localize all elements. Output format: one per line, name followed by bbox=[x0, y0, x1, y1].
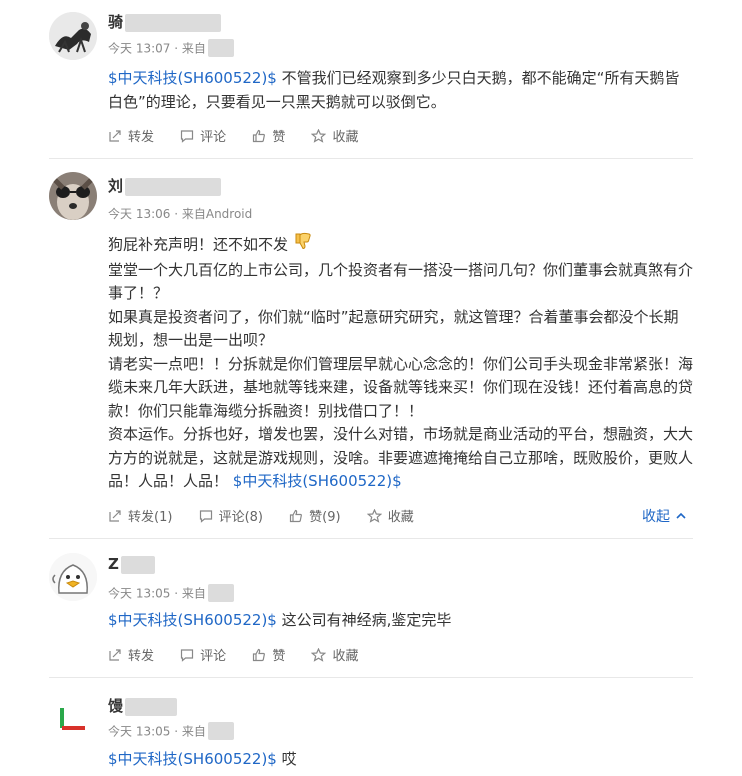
comment-icon bbox=[181, 648, 194, 662]
stock-link[interactable]: $中天科技(SH600522)$ bbox=[108, 750, 277, 768]
post-source: · 来自 bbox=[174, 41, 206, 56]
thumbs-up-icon bbox=[253, 648, 266, 661]
post-text: 这公司有神经病,鉴定完毕 bbox=[276, 611, 452, 629]
post-source: · 来自Android bbox=[174, 207, 253, 221]
post-source: · 来自 bbox=[174, 724, 206, 739]
repost-button[interactable]: 转发 bbox=[108, 645, 154, 664]
comment-icon bbox=[181, 129, 194, 143]
share-icon bbox=[109, 648, 121, 661]
thumbs-up-icon bbox=[253, 129, 266, 142]
post-text: 堂堂一个大几百亿的上市公司，几个投资者有一搭没一搭问几句？你们董事会就真煞有介事… bbox=[108, 260, 694, 303]
star-icon bbox=[366, 508, 382, 523]
thumbs-up-icon bbox=[290, 509, 303, 522]
like-button[interactable]: 赞 bbox=[252, 645, 285, 664]
divider bbox=[49, 538, 693, 539]
stock-link[interactable]: $中天科技(SH600522)$ bbox=[233, 472, 402, 490]
username[interactable]: 骑 bbox=[108, 11, 222, 32]
favorite-button[interactable]: 收藏 bbox=[366, 506, 414, 525]
username[interactable]: Z bbox=[108, 555, 155, 574]
post-meta: 今天 13:05 · 来自 bbox=[108, 722, 234, 740]
post-actions: 转发 评论 赞 收藏 bbox=[108, 126, 380, 146]
stock-link[interactable]: $中天科技(SH600522)$ bbox=[108, 69, 277, 87]
post-body: 狗屁补充声明！还不如不发 堂堂一个大几百亿的上市公司，几个投资者有一搭没一搭问几… bbox=[108, 231, 693, 494]
star-icon bbox=[311, 647, 327, 662]
avatar[interactable] bbox=[49, 12, 97, 60]
post-text: 请老实一点吧！！分拆就是你们管理层早就心心念念的！你们公司手头现金非常紧张！海缆… bbox=[108, 354, 694, 420]
comment-button[interactable]: 评论 bbox=[180, 126, 226, 145]
divider bbox=[49, 158, 693, 159]
comment-button[interactable]: 评论(8) bbox=[199, 506, 263, 525]
share-icon bbox=[109, 509, 121, 522]
redacted-name bbox=[125, 177, 222, 196]
comment-button[interactable]: 评论 bbox=[180, 645, 226, 664]
redacted-name bbox=[120, 555, 155, 574]
stock-link[interactable]: $中天科技(SH600522)$ bbox=[108, 611, 277, 629]
post-body: $中天科技(SH600522)$ 不管我们已经观察到多少只白天鹅，都不能确定“所… bbox=[108, 67, 693, 114]
repost-button[interactable]: 转发 bbox=[108, 126, 154, 145]
comment-icon bbox=[199, 509, 212, 523]
redacted-source bbox=[207, 39, 234, 57]
redacted-name bbox=[125, 13, 222, 32]
collapse-button[interactable]: 收起 bbox=[642, 506, 688, 526]
redacted-source bbox=[207, 584, 234, 602]
username[interactable]: 馒 bbox=[108, 695, 178, 716]
favorite-button[interactable]: 收藏 bbox=[311, 645, 358, 664]
username[interactable]: 刘 bbox=[108, 175, 222, 196]
post-body: $中天科技(SH600522)$ 这公司有神经病,鉴定完毕 bbox=[108, 609, 693, 633]
avatar[interactable] bbox=[49, 692, 97, 740]
post-time: 今天 13:05 bbox=[108, 586, 171, 601]
post-text: 哎 bbox=[276, 750, 297, 768]
post-actions: 转发 评论 赞 收藏 bbox=[108, 645, 380, 665]
thumbs-down-emoji-icon bbox=[293, 231, 313, 259]
post-time: 今天 13:07 bbox=[108, 41, 171, 56]
repost-button[interactable]: 转发(1) bbox=[108, 506, 172, 525]
redacted-source bbox=[207, 722, 234, 740]
post-meta: 今天 13:05 · 来自 bbox=[108, 584, 234, 602]
share-icon bbox=[109, 129, 121, 142]
like-button[interactable]: 赞 bbox=[252, 126, 285, 145]
like-button[interactable]: 赞(9) bbox=[289, 506, 341, 525]
avatar[interactable] bbox=[49, 172, 97, 220]
avatar[interactable] bbox=[49, 553, 97, 601]
post-meta: 今天 13:06 · 来自Android bbox=[108, 205, 252, 222]
post-time: 今天 13:06 bbox=[108, 207, 171, 221]
divider bbox=[49, 677, 693, 678]
favorite-button[interactable]: 收藏 bbox=[311, 126, 358, 145]
post-text: 狗屁补充声明！还不如不发 bbox=[108, 235, 293, 254]
star-icon bbox=[311, 128, 327, 143]
post-text: 如果真是投资者问了，你们就“临时”起意研究研究，就这管理？合着董事会都没个长期规… bbox=[108, 307, 679, 350]
post-meta: 今天 13:07 · 来自 bbox=[108, 39, 234, 57]
post-actions: 转发(1) 评论(8) 赞(9) 收藏 bbox=[108, 506, 436, 526]
post-source: · 来自 bbox=[174, 586, 206, 601]
redacted-name bbox=[125, 697, 178, 716]
post-body: $中天科技(SH600522)$ 哎 bbox=[108, 748, 693, 772]
chevron-up-icon bbox=[676, 512, 686, 519]
post-time: 今天 13:05 bbox=[108, 724, 171, 739]
